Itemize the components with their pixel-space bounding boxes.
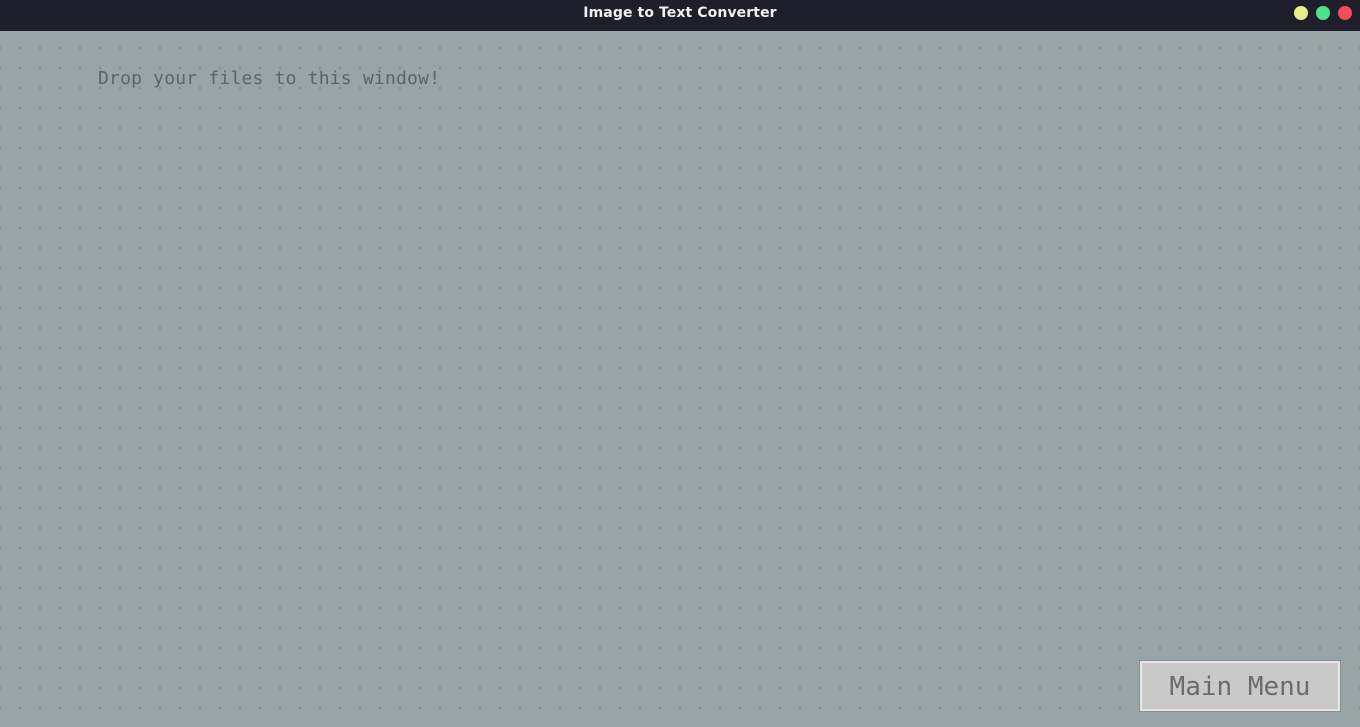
main-menu-button[interactable]: Main Menu <box>1139 660 1341 712</box>
app-window: Image to Text Converter Drop your files … <box>0 0 1360 727</box>
title-bar[interactable]: Image to Text Converter <box>0 0 1360 31</box>
drop-instruction-text: Drop your files to this window! <box>98 68 441 89</box>
maximize-button[interactable] <box>1316 6 1330 20</box>
close-button[interactable] <box>1338 6 1352 20</box>
minimize-button[interactable] <box>1294 6 1308 20</box>
drop-area[interactable]: Drop your files to this window! Main Men… <box>0 31 1360 727</box>
window-title: Image to Text Converter <box>583 5 777 21</box>
